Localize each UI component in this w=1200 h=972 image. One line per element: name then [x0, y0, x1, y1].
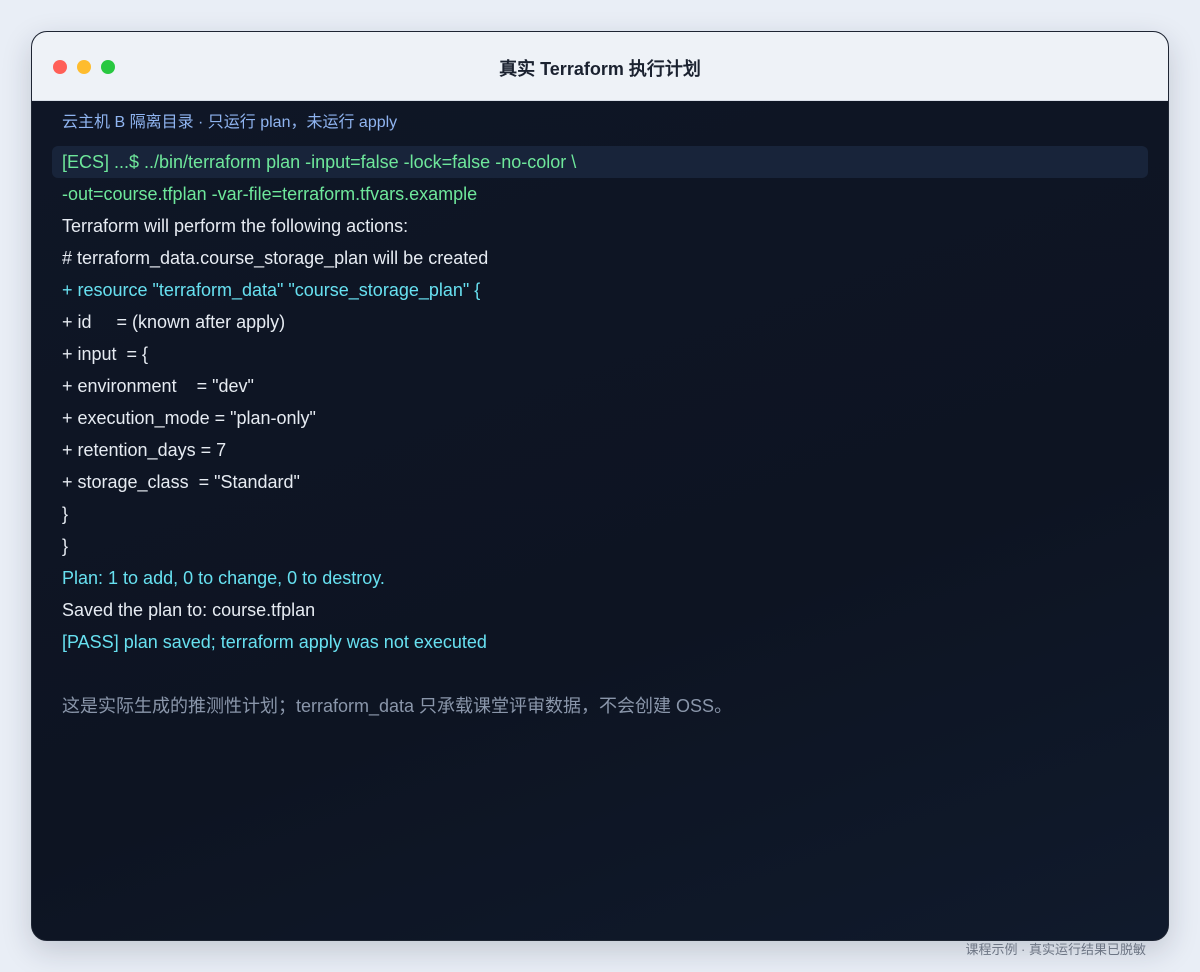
terminal-line: + retention_days = 7 [62, 440, 227, 460]
footer-caption: 课程示例 · 真实运行结果已脱敏 [965, 942, 1146, 957]
terminal-note: 这是实际生成的推测性计划；terraform_data 只承载课堂评审数据，不会… [62, 696, 733, 716]
terminal-output: 云主机 B 隔离目录 · 只运行 plan，未运行 apply [ECS] ..… [32, 101, 1168, 940]
terminal-line: + input = { [62, 344, 149, 364]
terminal-line: + environment = "dev" [62, 376, 254, 396]
terminal-line: -out=course.tfplan -var-file=terraform.t… [62, 184, 478, 204]
terminal-line: Saved the plan to: course.tfplan [62, 600, 316, 620]
terminal-line: [PASS] plan saved; terraform apply was n… [62, 632, 487, 652]
terminal-line: + id = (known after apply) [62, 312, 286, 332]
terminal-window: 真实 Terraform 执行计划 云主机 B 隔离目录 · 只运行 plan，… [31, 31, 1169, 941]
terminal-line: + storage_class = "Standard" [62, 472, 300, 492]
window-title: 真实 Terraform 执行计划 [499, 59, 701, 79]
terminal-line: } [62, 504, 69, 524]
terminal-line: Plan: 1 to add, 0 to change, 0 to destro… [62, 568, 385, 588]
terminal-line: + execution_mode = "plan-only" [62, 408, 316, 428]
terminal-line: } [62, 536, 69, 556]
terminal-line: Terraform will perform the following act… [62, 216, 409, 236]
title-bar: 真实 Terraform 执行计划 [32, 32, 1168, 101]
terminal-subtitle: 云主机 B 隔离目录 · 只运行 plan，未运行 apply [62, 114, 398, 131]
terminal-line: + resource "terraform_data" "course_stor… [62, 280, 481, 300]
terminal-lines: [ECS] ...$ ../bin/terraform plan -input=… [52, 146, 1148, 658]
terminal-line: [ECS] ...$ ../bin/terraform plan -input=… [52, 146, 1148, 178]
terminal-line: # terraform_data.course_storage_plan wil… [62, 248, 489, 268]
